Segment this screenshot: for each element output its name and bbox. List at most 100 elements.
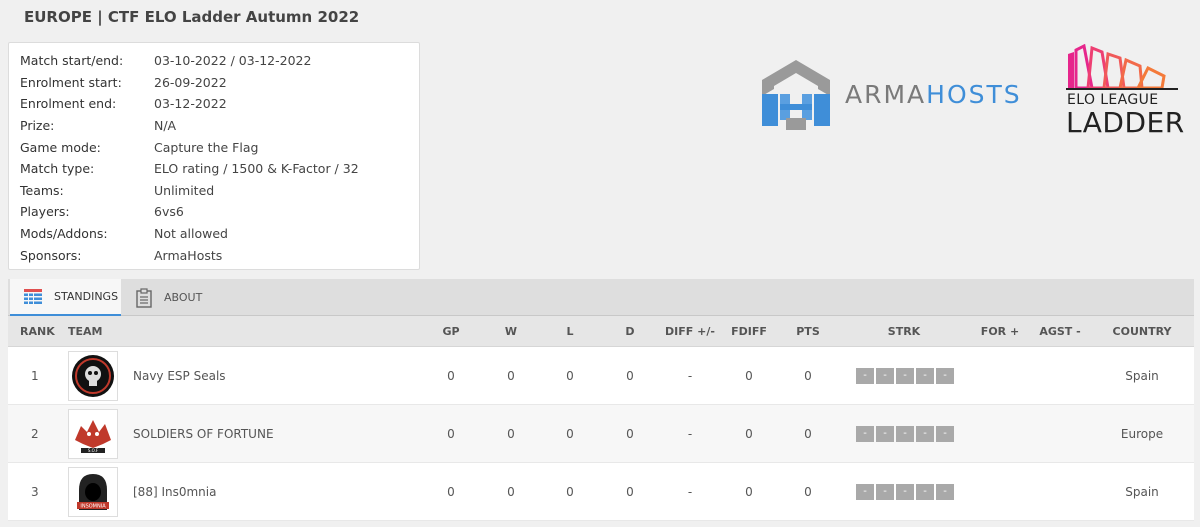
page-title: EUROPE | CTF ELO Ladder Autumn 2022 — [24, 8, 360, 26]
rank-cell: 1 — [31, 369, 39, 383]
diff-cell: - — [687, 369, 693, 383]
elo-logo-line2: LADDER — [1066, 106, 1185, 139]
table-row[interactable]: 1 Navy ESP Seals 0 0 0 0 - 0 0 - - - - -… — [8, 347, 1194, 405]
clipboard-icon — [136, 287, 152, 308]
w-cell: 0 — [507, 485, 515, 499]
team-logo[interactable]: INSOMNIA — [68, 467, 118, 517]
streak-box: - — [916, 368, 934, 384]
tab-standings[interactable]: STANDINGS — [10, 279, 121, 316]
svg-text:INSOMNIA: INSOMNIA — [80, 504, 106, 510]
info-row: Mods/Addons: Not allowed — [20, 223, 419, 245]
table-row[interactable]: 2 S.O.F SOLDIERS OF FORTUNE 0 0 0 0 - 0 … — [8, 405, 1194, 463]
streak-box: - — [936, 484, 954, 500]
tab-about[interactable]: ABOUT — [132, 279, 222, 316]
header-gp[interactable]: GP — [442, 325, 459, 338]
fdiff-cell: 0 — [745, 369, 753, 383]
header-rank[interactable]: RANK — [20, 325, 55, 338]
streak-box: - — [876, 426, 894, 442]
streak-box: - — [856, 426, 874, 442]
info-value: Capture the Flag — [154, 139, 259, 155]
streak-boxes: - - - - - — [856, 426, 954, 442]
info-value: 03-10-2022 / 03-12-2022 — [154, 53, 312, 69]
gp-cell: 0 — [447, 485, 455, 499]
navy-seals-emblem-icon — [72, 355, 114, 397]
team-logo[interactable] — [68, 351, 118, 401]
info-row: Teams: Unlimited — [20, 180, 419, 202]
country-cell: Spain — [1125, 485, 1159, 499]
standings-table: RANK TEAM GP W L D DIFF +/- FDIFF PTS ST… — [8, 316, 1194, 521]
info-label: Match start/end: — [20, 53, 124, 69]
streak-box: - — [916, 426, 934, 442]
streak-box: - — [876, 368, 894, 384]
info-value: ELO rating / 1500 & K-Factor / 32 — [154, 161, 359, 177]
header-for[interactable]: FOR + — [981, 325, 1019, 338]
armahosts-suffix: HOSTS — [926, 80, 1022, 109]
table-row[interactable]: 3 INSOMNIA [88] Ins0mnia 0 0 0 0 - 0 0 -… — [8, 463, 1194, 521]
diff-cell: - — [687, 485, 693, 499]
d-cell: 0 — [626, 427, 634, 441]
d-cell: 0 — [626, 369, 634, 383]
team-name[interactable]: SOLDIERS OF FORTUNE — [133, 427, 274, 441]
team-logo[interactable]: S.O.F — [68, 409, 118, 459]
l-cell: 0 — [566, 427, 574, 441]
info-value: Unlimited — [154, 182, 215, 198]
streak-box: - — [896, 368, 914, 384]
header-l[interactable]: L — [566, 325, 573, 338]
country-cell: Spain — [1125, 369, 1159, 383]
info-row: Enrolment start: 26-09-2022 — [20, 72, 419, 94]
info-value: ArmaHosts — [154, 247, 223, 263]
header-pts[interactable]: PTS — [796, 325, 820, 338]
l-cell: 0 — [566, 369, 574, 383]
pts-cell: 0 — [804, 369, 812, 383]
armahosts-logo[interactable]: ARMAHOSTS — [760, 56, 1040, 132]
header-fdiff[interactable]: FDIFF — [731, 325, 767, 338]
diff-cell: - — [687, 427, 693, 441]
info-label: Prize: — [20, 118, 55, 134]
streak-box: - — [876, 484, 894, 500]
streak-box: - — [856, 368, 874, 384]
header-agst[interactable]: AGST - — [1039, 325, 1080, 338]
streak-box: - — [916, 484, 934, 500]
info-label: Match type: — [20, 161, 95, 177]
header-d[interactable]: D — [625, 325, 634, 338]
info-row: Match start/end: 03-10-2022 / 03-12-2022 — [20, 50, 419, 72]
info-label: Teams: — [20, 182, 64, 198]
gp-cell: 0 — [447, 427, 455, 441]
team-name[interactable]: Navy ESP Seals — [133, 369, 226, 383]
rank-cell: 3 — [31, 485, 39, 499]
streak-box: - — [856, 484, 874, 500]
pts-cell: 0 — [804, 427, 812, 441]
info-label: Players: — [20, 204, 70, 220]
header-team[interactable]: TEAM — [68, 325, 102, 338]
armahosts-prefix: ARMA — [845, 80, 927, 109]
info-row: Game mode: Capture the Flag — [20, 136, 419, 158]
header-diff[interactable]: DIFF +/- — [665, 325, 715, 338]
info-label: Sponsors: — [20, 247, 82, 263]
l-cell: 0 — [566, 485, 574, 499]
pts-cell: 0 — [804, 485, 812, 499]
armahosts-house-icon — [762, 60, 830, 130]
info-value: N/A — [154, 118, 177, 134]
gp-cell: 0 — [447, 369, 455, 383]
hooded-figure-emblem-icon: INSOMNIA — [77, 474, 109, 510]
info-row: Enrolment end: 03-12-2022 — [20, 93, 419, 115]
tab-standings-label: STANDINGS — [54, 290, 119, 303]
d-cell: 0 — [626, 485, 634, 499]
info-label: Mods/Addons: — [20, 226, 108, 242]
streak-boxes: - - - - - — [856, 484, 954, 500]
info-label: Game mode: — [20, 139, 101, 155]
team-name[interactable]: [88] Ins0mnia — [133, 485, 216, 499]
standings-icon — [24, 288, 42, 305]
info-value: 26-09-2022 — [154, 74, 227, 90]
header-w[interactable]: W — [505, 325, 517, 338]
rank-cell: 2 — [31, 427, 39, 441]
streak-box: - — [936, 368, 954, 384]
fdiff-cell: 0 — [745, 427, 753, 441]
w-cell: 0 — [507, 427, 515, 441]
header-country[interactable]: COUNTRY — [1113, 325, 1172, 338]
elo-fan-icon — [1066, 43, 1178, 90]
elo-league-logo[interactable]: ELO LEAGUE LADDER — [1062, 43, 1185, 148]
streak-box: - — [896, 426, 914, 442]
header-strk[interactable]: STRK — [888, 325, 920, 338]
info-row: Prize: N/A — [20, 115, 419, 137]
